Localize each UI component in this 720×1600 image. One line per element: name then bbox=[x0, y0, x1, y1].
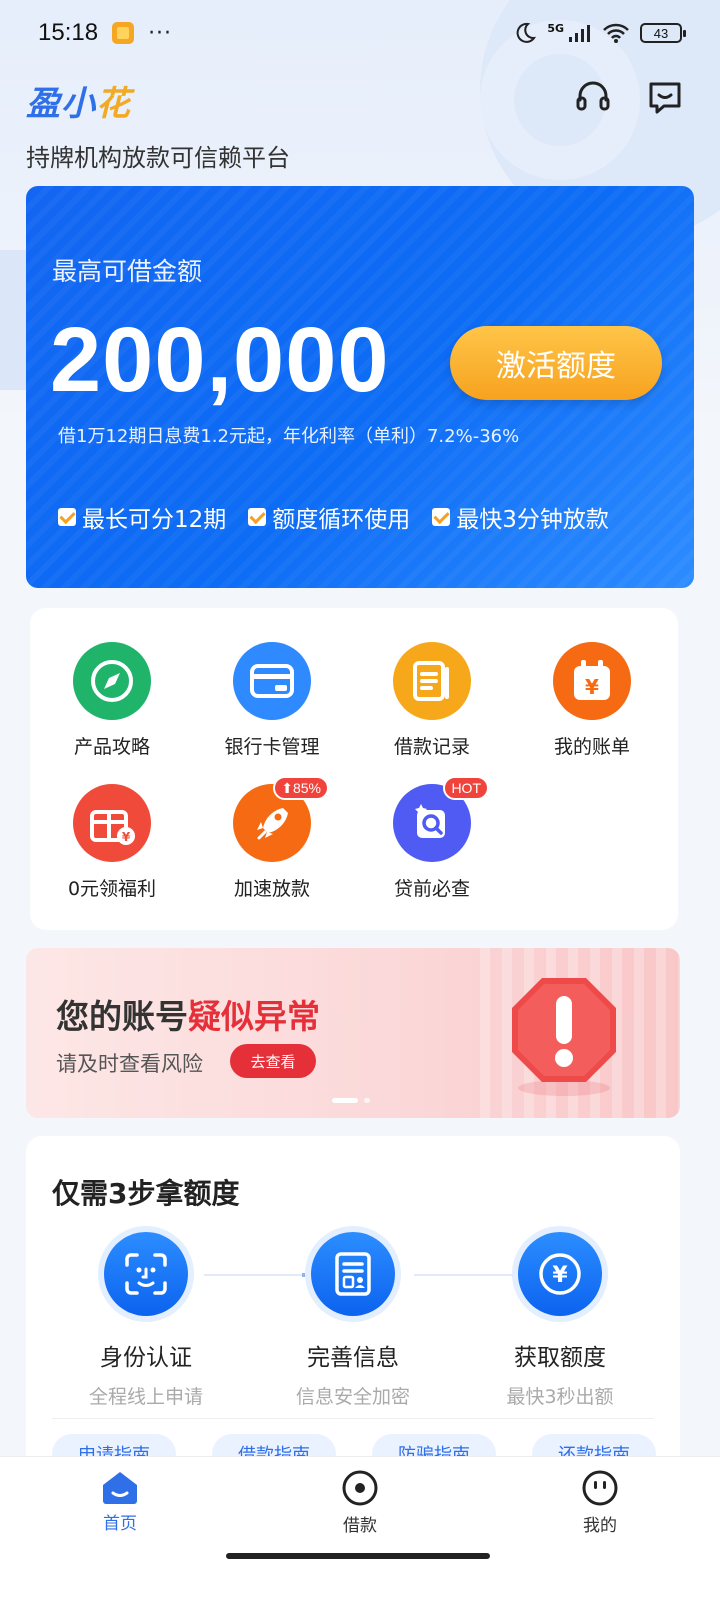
header-actions bbox=[574, 78, 684, 116]
speed-badge-value: 85% bbox=[292, 780, 321, 796]
menu-item-loan-records[interactable]: 借款记录 bbox=[357, 642, 507, 759]
menu-label: 加速放款 bbox=[233, 878, 310, 900]
nav-profile[interactable]: 我的 bbox=[480, 1457, 720, 1544]
banner-subtitle: 请及时查看风险 bbox=[56, 1052, 203, 1076]
feature-item: 最快3分钟放款 bbox=[432, 500, 609, 534]
step-title: 完善信息 bbox=[307, 1345, 399, 1371]
face-id-icon bbox=[104, 1232, 188, 1316]
tagline: 持牌机构放款可信赖平台 bbox=[26, 144, 290, 172]
network-type: 5G bbox=[547, 21, 564, 35]
feature-label: 额度循环使用 bbox=[272, 507, 411, 533]
activate-limit-button[interactable]: 激活额度 bbox=[450, 326, 662, 400]
menu-item-product-guide[interactable]: 产品攻略 bbox=[37, 642, 187, 759]
feature-list: 最长可分12期 额度循环使用 最快3分钟放款 bbox=[58, 500, 609, 534]
brand-logo-main: 盈小 bbox=[26, 85, 96, 123]
rate-disclosure: 借1万12期日息费1.2元起，年化利率（单利）7.2%-36% bbox=[58, 426, 520, 447]
warning-octagon-icon bbox=[512, 978, 616, 1096]
menu-label: 我的账单 bbox=[553, 736, 630, 758]
nav-borrow[interactable]: 借款 bbox=[240, 1457, 480, 1544]
step-title: 获取额度 bbox=[514, 1345, 606, 1371]
menu-label: 借款记录 bbox=[393, 736, 470, 758]
credit-limit-card: 最高可借金额 200,000 激活额度 借1万12期日息费1.2元起，年化利率（… bbox=[26, 186, 694, 588]
svg-text:¥: ¥ bbox=[552, 1263, 568, 1288]
banner-title-prefix: 您的账号 bbox=[56, 997, 188, 1036]
feature-label: 最快3分钟放款 bbox=[456, 507, 609, 533]
banner-title: 您的账号疑似异常 bbox=[56, 990, 320, 1038]
divider bbox=[52, 1418, 654, 1419]
hot-badge: HOT bbox=[443, 776, 489, 800]
menu-item-pre-loan-check[interactable]: HOT 贷前必查 bbox=[357, 776, 507, 901]
step-subtitle: 最快3秒出额 bbox=[506, 1386, 614, 1408]
step-subtitle: 全程线上申请 bbox=[88, 1386, 203, 1408]
status-right: 5G 43 bbox=[513, 21, 686, 45]
signal-icon bbox=[569, 25, 590, 42]
notification-app-icon bbox=[112, 22, 135, 44]
checkbox-icon bbox=[248, 508, 267, 526]
svg-text:¥: ¥ bbox=[585, 675, 599, 699]
menu-label: 贷前必查 bbox=[393, 878, 470, 900]
menu-item-my-bills[interactable]: ¥ 我的账单 bbox=[517, 642, 667, 759]
nav-label: 借款 bbox=[343, 1516, 377, 1536]
gift-icon: ¥ bbox=[73, 784, 151, 862]
profile-icon bbox=[582, 1470, 618, 1506]
wifi-icon bbox=[603, 23, 629, 43]
more-notifications-icon: ··· bbox=[148, 20, 173, 46]
compass-icon bbox=[73, 642, 151, 720]
steps-section: 仅需3步拿额度 身份认证 全程线上申请 完善信息 信息安全加密 ¥ 获取额度 最… bbox=[26, 1136, 680, 1474]
customer-service-button[interactable] bbox=[574, 78, 612, 116]
headset-icon bbox=[576, 81, 610, 111]
yen-circle-icon: ¥ bbox=[518, 1232, 602, 1316]
search-doc-icon: HOT bbox=[393, 776, 489, 862]
steps-title: 仅需3步拿额度 bbox=[52, 1177, 240, 1210]
home-icon bbox=[103, 1472, 137, 1504]
carousel-indicator bbox=[332, 1098, 370, 1103]
view-risk-button[interactable]: 去查看 bbox=[230, 1044, 316, 1078]
step-title: 身份认证 bbox=[100, 1345, 192, 1371]
feature-label: 最长可分12期 bbox=[82, 507, 227, 533]
bottom-navigation: 首页 借款 我的 bbox=[0, 1456, 720, 1544]
messages-button[interactable] bbox=[646, 78, 684, 116]
menu-label: 0元领福利 bbox=[67, 878, 157, 900]
service-menu: 产品攻略 银行卡管理 借款记录 ¥ 我的账单 ¥ 0元领福利 ⬆ 85% 加速放… bbox=[30, 608, 678, 930]
limit-amount: 200,000 bbox=[50, 309, 390, 411]
nav-label: 首页 bbox=[103, 1514, 137, 1534]
step-item: 身份认证 全程线上申请 bbox=[46, 1232, 246, 1409]
borrow-icon bbox=[342, 1470, 378, 1506]
message-icon bbox=[649, 82, 681, 114]
step-item: 完善信息 信息安全加密 bbox=[253, 1232, 453, 1409]
calendar-yen-icon: ¥ bbox=[553, 642, 631, 720]
status-bar: 15:18 ··· 5G 43 bbox=[0, 0, 720, 66]
battery-indicator: 43 bbox=[640, 23, 686, 43]
id-card-icon bbox=[311, 1232, 395, 1316]
checkbox-icon bbox=[58, 508, 76, 526]
banner-title-warning: 疑似异常 bbox=[188, 997, 320, 1036]
status-left: 15:18 ··· bbox=[38, 19, 172, 47]
nav-label: 我的 bbox=[583, 1516, 617, 1536]
document-icon bbox=[393, 642, 471, 720]
moon-icon bbox=[516, 22, 537, 43]
brand-logo: 盈小花 bbox=[26, 76, 131, 123]
menu-item-free-benefits[interactable]: ¥ 0元领福利 bbox=[37, 784, 187, 901]
feature-item: 额度循环使用 bbox=[248, 500, 410, 534]
status-time: 15:18 bbox=[38, 19, 99, 46]
step-subtitle: 信息安全加密 bbox=[295, 1386, 410, 1408]
home-indicator[interactable] bbox=[226, 1553, 490, 1559]
menu-label: 产品攻略 bbox=[73, 736, 150, 758]
step-item: ¥ 获取额度 最快3秒出额 bbox=[460, 1232, 660, 1409]
feature-item: 最长可分12期 bbox=[58, 500, 226, 534]
indicator-active bbox=[332, 1098, 358, 1103]
svg-text:¥: ¥ bbox=[122, 830, 131, 844]
menu-item-speed-up-loan[interactable]: ⬆ 85% 加速放款 bbox=[197, 776, 347, 901]
rocket-icon: ⬆ 85% bbox=[233, 776, 329, 862]
card-icon bbox=[233, 642, 311, 720]
checkbox-icon bbox=[432, 508, 451, 526]
risk-alert-banner[interactable]: 您的账号疑似异常 请及时查看风险 去查看 bbox=[26, 948, 680, 1118]
menu-label: 银行卡管理 bbox=[224, 736, 320, 758]
nav-home[interactable]: 首页 bbox=[0, 1457, 240, 1544]
speed-badge: ⬆ 85% bbox=[273, 776, 329, 800]
indicator-inactive bbox=[364, 1098, 370, 1103]
brand-logo-accent: 花 bbox=[96, 85, 131, 123]
menu-item-bank-card[interactable]: 银行卡管理 bbox=[197, 642, 347, 759]
limit-label: 最高可借金额 bbox=[52, 257, 203, 286]
